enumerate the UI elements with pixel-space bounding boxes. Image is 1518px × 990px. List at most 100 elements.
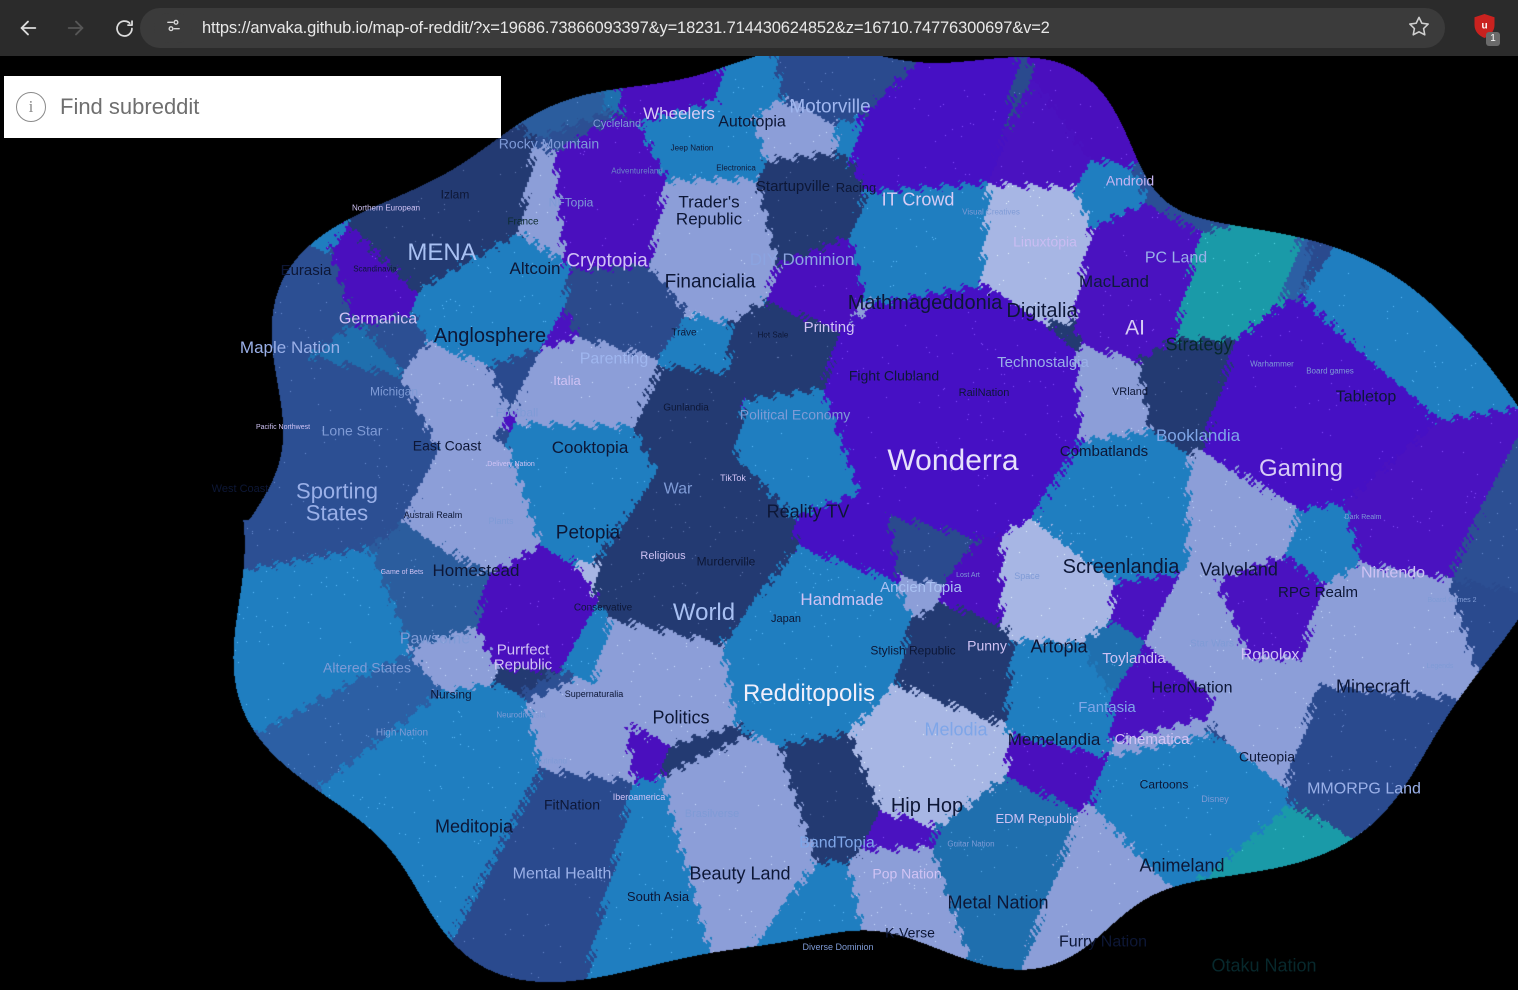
map-region-label[interactable]: Japan [771,613,801,626]
map-region-label[interactable]: War [664,480,693,497]
back-button[interactable] [8,8,48,48]
extension-button-ublock-origin[interactable]: u 1 [1464,8,1504,48]
map-region-label[interactable]: Lone Star [322,423,383,438]
map-canvas[interactable] [0,56,1518,990]
map-region-label[interactable]: Cycleland [593,118,641,131]
map-region-label[interactable]: Melodia [924,719,987,739]
map-region-label[interactable]: Lost Art [956,572,980,580]
map-region-label[interactable]: Autotopia [718,113,786,130]
map-region-label[interactable]: Neurodiversia [496,711,545,721]
map-region-label[interactable]: Plants [488,516,513,527]
address-bar[interactable]: https://anvaka.github.io/map-of-reddit/?… [140,8,1445,48]
map-region-label[interactable]: Altered States [323,660,411,675]
map-region-label[interactable]: Murderville [697,555,756,569]
map-region-label[interactable]: Meditopia [435,816,513,836]
map-region-label[interactable]: South Asia [627,889,689,904]
map-region-label[interactable]: Cinematica [1114,731,1189,748]
map-region-label[interactable]: Board Games 2 [1427,597,1476,605]
map-region-label[interactable]: AI [1125,317,1145,341]
map-region-label[interactable]: Handmade [800,590,883,609]
map-region-label[interactable]: Parenting [580,350,649,367]
map-region-label[interactable]: Screenlandia [1063,557,1180,579]
map-region-label[interactable]: Racing [836,180,876,195]
map-region-label[interactable]: World [673,600,735,626]
map-region-label[interactable]: Sporting States [296,480,378,526]
map-region-label[interactable]: RPG Realm [1278,584,1358,601]
map-region-label[interactable]: Cooktopia [552,438,629,457]
map-region-label[interactable]: Furry Nation [1059,933,1147,950]
search-input[interactable] [60,94,487,120]
map-region-label[interactable]: Italia [553,373,580,388]
map-region-label[interactable]: Technostalgia [997,354,1089,371]
map-region-label[interactable]: Artopia [1030,636,1087,656]
map-region-label[interactable]: DIY Dominion [750,250,855,269]
map-region-label[interactable]: K-Verse [885,925,935,940]
forward-button[interactable] [56,8,96,48]
map-region-label[interactable]: Jeep Nation [671,144,714,154]
map-region-label[interactable]: Financialia [665,272,756,294]
map-region-label[interactable]: TikTok [720,473,746,484]
map-region-label[interactable]: Maple Nation [240,338,340,357]
map-region-label[interactable]: BandTopia [799,834,875,851]
map-region-label[interactable]: Adventureland [611,167,663,177]
map-region-label[interactable]: Fight Clubland [849,368,939,383]
map-region-label[interactable]: Hip Hop [891,796,963,818]
map-region-label[interactable]: MMORPG Land [1307,780,1421,797]
map-region-label[interactable]: Game of Bets [381,569,424,577]
map-region-label[interactable]: Animeland [1139,855,1224,875]
map-region-label[interactable]: Metal Nation [947,892,1048,912]
map-region-label[interactable]: RailNation [959,387,1010,400]
map-region-label[interactable]: Northern European [352,204,420,214]
map-region-label[interactable]: Memelandia [1008,730,1101,749]
map-region-label[interactable]: Wheelers [643,104,715,123]
map-viewport[interactable]: Cycleland Wheelers Autotopia Motorville Rock… [0,56,1518,990]
map-region-label[interactable]: Legends [1427,663,1454,671]
map-region-label[interactable]: Robolox [1241,646,1300,663]
map-region-label[interactable]: Gunlandia [663,403,709,415]
map-region-label[interactable]: Nutriland [535,757,567,767]
map-region-label[interactable]: Hot Sale [758,331,789,341]
map-region-label[interactable]: Warhammer [1250,360,1294,370]
map-region-label[interactable]: Mental Health [513,865,612,882]
map-region-label[interactable]: Space [1014,571,1040,582]
map-region-label[interactable]: Digitalia [1006,301,1077,323]
map-region-label[interactable]: Germanica [339,310,417,327]
map-region-label[interactable]: Linuxtopia [1013,234,1077,249]
reload-button[interactable] [104,8,144,48]
map-region-label[interactable]: Cuteopia [1239,749,1295,764]
map-region-label[interactable]: Purrfect Republic [494,642,552,673]
map-region-label[interactable]: Conservative [574,603,632,615]
map-region-label[interactable]: HeroNation [1152,679,1233,696]
map-region-label[interactable]: IT Crowd [882,189,955,209]
map-region-label[interactable]: Android [1106,173,1154,188]
map-region-label[interactable]: Brasilverse [685,808,739,821]
map-region-label[interactable]: Fantasia [1078,699,1136,716]
map-region-label[interactable]: France [507,217,538,229]
info-icon[interactable]: i [16,92,46,122]
map-region-label[interactable]: Wonderra [887,444,1018,477]
map-region-label[interactable]: Combatlands [1060,443,1148,460]
map-region-label[interactable]: Michigan [370,385,418,399]
site-info-button[interactable] [154,13,192,43]
map-region-label[interactable]: Cryptopia [566,251,647,273]
map-region-label[interactable]: Diverse Dominion [802,942,873,953]
bookmark-button[interactable] [1399,8,1439,48]
map-region-label[interactable]: Pop Nation [872,866,941,881]
map-region-label[interactable]: Minecraft [1336,676,1410,696]
map-region-label[interactable]: Guitar Nation [947,840,994,850]
map-region-label[interactable]: Cartoons [1140,778,1189,792]
map-region-label[interactable]: Izlam [441,188,470,202]
map-region-label[interactable]: Strategy [1165,334,1232,354]
map-region-label[interactable]: High Nation [376,728,428,740]
map-region-label[interactable]: MacLand [1079,272,1149,291]
map-region-label[interactable]: VRland [1112,386,1148,399]
map-region-label[interactable]: Booklandia [1156,426,1240,445]
map-region-label[interactable]: PC Land [1145,249,1207,266]
map-region-label[interactable]: MENA [407,240,476,266]
map-region-label[interactable]: Disney [1201,794,1229,805]
map-region-label[interactable]: Politics [652,707,709,727]
map-region-label[interactable]: Delivery Nation [487,461,534,469]
map-region-label[interactable]: NFTopia [549,196,594,210]
map-region-label[interactable]: Mathmageddonia [848,293,1003,315]
map-region-label[interactable]: East Coast [413,438,481,453]
